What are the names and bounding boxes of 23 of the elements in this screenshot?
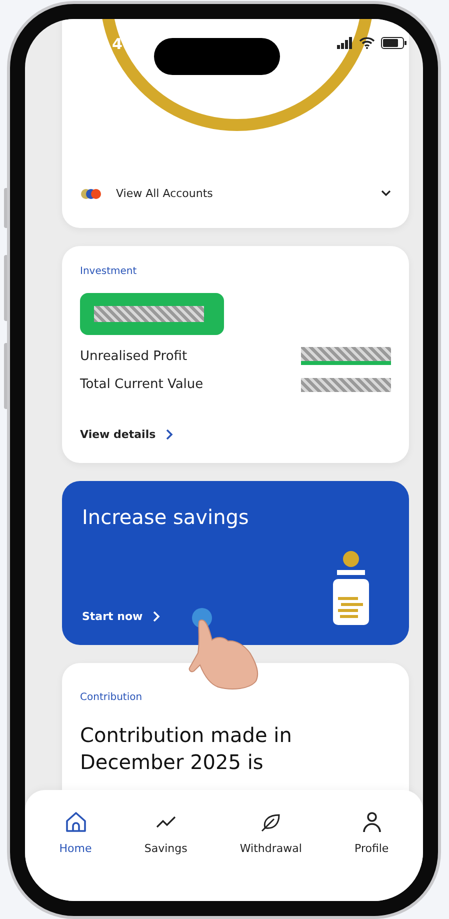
accounts-logo-icon (80, 188, 102, 200)
contribution-title: Contribution (80, 692, 142, 703)
signal-icon (337, 37, 353, 49)
start-now-link[interactable]: Start now (82, 610, 160, 623)
promo-banner[interactable]: Increase savings Start now (62, 481, 409, 645)
nav-tab[interactable]: Profile (350, 806, 393, 859)
nav-tab[interactable]: Withdrawal (236, 806, 306, 859)
contribution-message: Contribution made in December 2025 is (80, 722, 293, 776)
chevron-down-icon[interactable] (381, 190, 391, 197)
wifi-icon (359, 37, 375, 49)
nav-tab[interactable]: Savings (140, 806, 192, 859)
row-label: Unrealised Profit (80, 348, 188, 364)
investment-title: Investment (80, 266, 138, 277)
view-all-accounts-label[interactable]: View All Accounts (116, 187, 213, 200)
chevron-right-icon (152, 611, 160, 622)
promo-title: Increase savings (82, 505, 250, 529)
status-time: 4 (112, 35, 122, 53)
home-icon (64, 810, 88, 834)
battery-icon (381, 37, 407, 49)
view-details-link[interactable]: View details (80, 428, 173, 441)
chevron-right-icon (166, 429, 173, 440)
nav-tab[interactable]: Home (55, 806, 96, 859)
row-label: Total Current Value (80, 377, 204, 392)
